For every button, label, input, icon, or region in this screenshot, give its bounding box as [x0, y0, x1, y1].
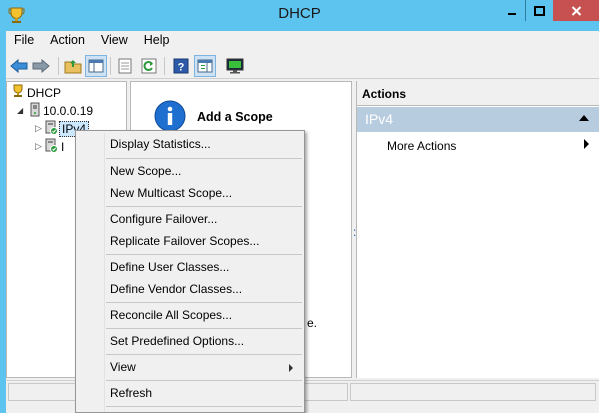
refresh-icon[interactable] — [138, 55, 160, 77]
monitor-icon[interactable] — [224, 55, 246, 77]
show-action-pane-icon[interactable] — [194, 55, 216, 77]
up-folder-icon[interactable] — [62, 55, 84, 77]
submenu-arrow-icon — [289, 364, 293, 372]
svg-text:?: ? — [178, 62, 185, 74]
tree-expanded-icon[interactable]: ◢ — [17, 106, 29, 115]
ctx-refresh[interactable]: Refresh — [78, 382, 303, 404]
ctx-replicate-failover-scopes[interactable]: Replicate Failover Scopes... — [78, 230, 303, 252]
tree-collapsed-icon[interactable]: ▷ — [35, 141, 45, 152]
ctx-set-predefined-options[interactable]: Set Predefined Options... — [78, 330, 303, 352]
menu-file[interactable]: File — [6, 31, 42, 51]
info-icon — [154, 100, 186, 132]
tree-node-ipv6[interactable]: ▷ I — [35, 138, 66, 155]
tree-node-server[interactable]: ◢ 10.0.0.19 — [17, 102, 95, 119]
actions-header: Actions — [357, 81, 599, 106]
minimize-button[interactable] — [498, 0, 525, 21]
tree-node-dhcp[interactable]: DHCP — [11, 84, 63, 101]
ipv6-icon — [45, 138, 59, 156]
tree-label-ipv6: I — [61, 139, 65, 154]
context-menu: Display Statistics... New Scope... New M… — [75, 130, 305, 413]
dhcp-trophy-icon — [11, 84, 25, 101]
add-scope-heading: Add a Scope — [197, 110, 273, 124]
menu-bar: File Action View Help — [6, 31, 599, 51]
actions-section-label: IPv4 — [365, 111, 394, 127]
ctx-define-user-classes[interactable]: Define User Classes... — [78, 256, 303, 278]
server-icon — [29, 102, 41, 120]
ctx-view-label: View — [110, 360, 136, 374]
show-hide-tree-icon[interactable] — [85, 55, 107, 77]
more-actions-link[interactable]: More Actions — [387, 139, 456, 153]
help-icon[interactable]: ? — [170, 55, 192, 77]
title-bar: DHCP — [0, 0, 599, 31]
actions-section-ipv4[interactable]: IPv4 — [357, 107, 599, 132]
collapse-caret-icon[interactable] — [579, 115, 589, 121]
status-cell-3 — [350, 383, 596, 401]
menu-help[interactable]: Help — [136, 31, 178, 51]
ctx-view[interactable]: View — [78, 356, 303, 378]
menu-action[interactable]: Action — [42, 31, 93, 51]
ctx-new-scope[interactable]: New Scope... — [78, 160, 303, 182]
toolbar: ? — [6, 52, 599, 79]
tree-label-dhcp: DHCP — [27, 85, 62, 100]
back-arrow-icon[interactable] — [8, 55, 30, 77]
forward-arrow-icon[interactable] — [30, 55, 52, 77]
ctx-define-vendor-classes[interactable]: Define Vendor Classes... — [78, 278, 303, 300]
close-button[interactable] — [553, 0, 599, 21]
ctx-display-statistics[interactable]: Display Statistics... — [78, 133, 303, 155]
center-text-fragment: e. — [307, 316, 318, 330]
ctx-new-multicast-scope[interactable]: New Multicast Scope... — [78, 182, 303, 204]
ctx-reconcile-all-scopes[interactable]: Reconcile All Scopes... — [78, 304, 303, 326]
ipv4-icon — [45, 120, 59, 138]
tree-label-server: 10.0.0.19 — [43, 103, 94, 118]
properties-icon[interactable] — [114, 55, 136, 77]
actions-pane: Actions IPv4 More Actions — [356, 81, 599, 378]
tree-collapsed-icon[interactable]: ▷ — [35, 123, 45, 134]
ctx-configure-failover[interactable]: Configure Failover... — [78, 208, 303, 230]
maximize-button[interactable] — [526, 0, 553, 21]
menu-view[interactable]: View — [93, 31, 136, 51]
submenu-arrow-icon — [584, 139, 589, 149]
